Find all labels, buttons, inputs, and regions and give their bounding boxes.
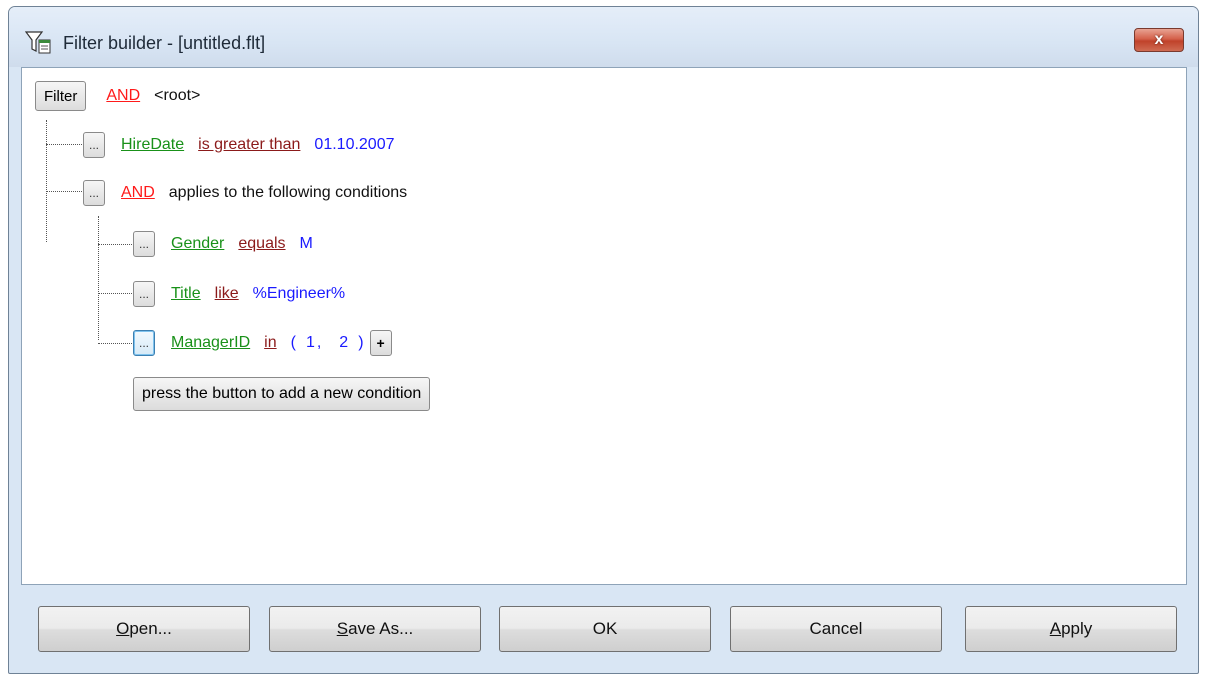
condition-value[interactable]: %Engineer% xyxy=(253,285,346,303)
root-operator[interactable]: AND xyxy=(106,87,140,105)
value-separator: , xyxy=(316,334,322,351)
cancel-button-label: Cancel xyxy=(809,619,863,638)
condition-value[interactable]: 2 xyxy=(339,334,348,352)
open-button-label: pen... xyxy=(129,619,172,638)
condition-operator[interactable]: in xyxy=(264,334,276,352)
filter-tree-panel: Filter AND <root> ... HireDate is greate… xyxy=(21,67,1187,585)
filter-button[interactable]: Filter xyxy=(35,81,87,111)
condition-title: ... Title like %Engineer% xyxy=(133,278,345,310)
tree-connector xyxy=(46,144,82,145)
tree-connector xyxy=(98,244,132,245)
value-close-paren: ) xyxy=(358,334,364,351)
cancel-button[interactable]: Cancel xyxy=(730,606,942,652)
apply-button-label: pply xyxy=(1061,619,1093,638)
apply-button-mnemonic: A xyxy=(1049,619,1062,638)
root-node: Filter AND <root> xyxy=(35,80,200,112)
filter-builder-window: Filter builder - [untitled.flt] x Filter… xyxy=(8,6,1199,674)
condition-menu-button[interactable]: ... xyxy=(133,231,155,257)
add-value-button[interactable]: + xyxy=(369,330,392,356)
condition-operator[interactable]: equals xyxy=(238,235,285,253)
filter-builder-icon xyxy=(25,31,51,54)
tree-connector xyxy=(46,120,47,242)
tree-connector xyxy=(98,343,132,344)
save-as-button[interactable]: Save As... xyxy=(269,606,481,652)
group-operator[interactable]: AND xyxy=(121,184,155,202)
root-label: <root> xyxy=(154,87,201,104)
condition-field[interactable]: Title xyxy=(171,285,201,303)
group-menu-button[interactable]: ... xyxy=(83,180,105,206)
condition-menu-button[interactable]: ... xyxy=(133,330,155,356)
group-and: ... AND applies to the following conditi… xyxy=(83,177,407,209)
tree-connector xyxy=(98,216,99,340)
condition-menu-button[interactable]: ... xyxy=(133,281,155,307)
condition-field[interactable]: Gender xyxy=(171,235,224,253)
tree-connector xyxy=(46,191,82,192)
add-condition-button[interactable]: press the button to add a new condition xyxy=(133,377,431,411)
condition-field[interactable]: ManagerID xyxy=(171,334,250,352)
ok-button[interactable]: OK xyxy=(499,606,711,652)
save-as-button-label: ave As... xyxy=(348,619,414,638)
condition-field[interactable]: HireDate xyxy=(121,136,184,154)
open-button[interactable]: Open... xyxy=(38,606,250,652)
condition-operator[interactable]: is greater than xyxy=(198,136,300,154)
apply-button[interactable]: Apply xyxy=(965,606,1177,652)
condition-value[interactable]: 1 xyxy=(306,334,315,352)
condition-hiredate: ... HireDate is greater than 01.10.2007 xyxy=(83,129,395,161)
window-title: Filter builder - [untitled.flt] xyxy=(63,33,266,53)
save-as-button-mnemonic: S xyxy=(336,619,349,638)
title-bar[interactable]: Filter builder - [untitled.flt] x xyxy=(9,7,1198,67)
group-label: applies to the following conditions xyxy=(168,184,408,201)
ok-button-label: OK xyxy=(592,619,618,638)
close-button[interactable]: x xyxy=(1134,28,1184,52)
condition-managerid: ... ManagerID in ( 1 , 2 ) + xyxy=(133,327,392,359)
condition-menu-button[interactable]: ... xyxy=(83,132,105,158)
open-button-mnemonic: O xyxy=(116,619,130,638)
condition-value[interactable]: M xyxy=(300,235,313,253)
condition-gender: ... Gender equals M xyxy=(133,228,313,260)
value-open-paren: ( xyxy=(290,334,296,351)
tree-connector xyxy=(98,293,132,294)
condition-value[interactable]: 01.10.2007 xyxy=(314,136,394,154)
condition-operator[interactable]: like xyxy=(215,285,239,303)
